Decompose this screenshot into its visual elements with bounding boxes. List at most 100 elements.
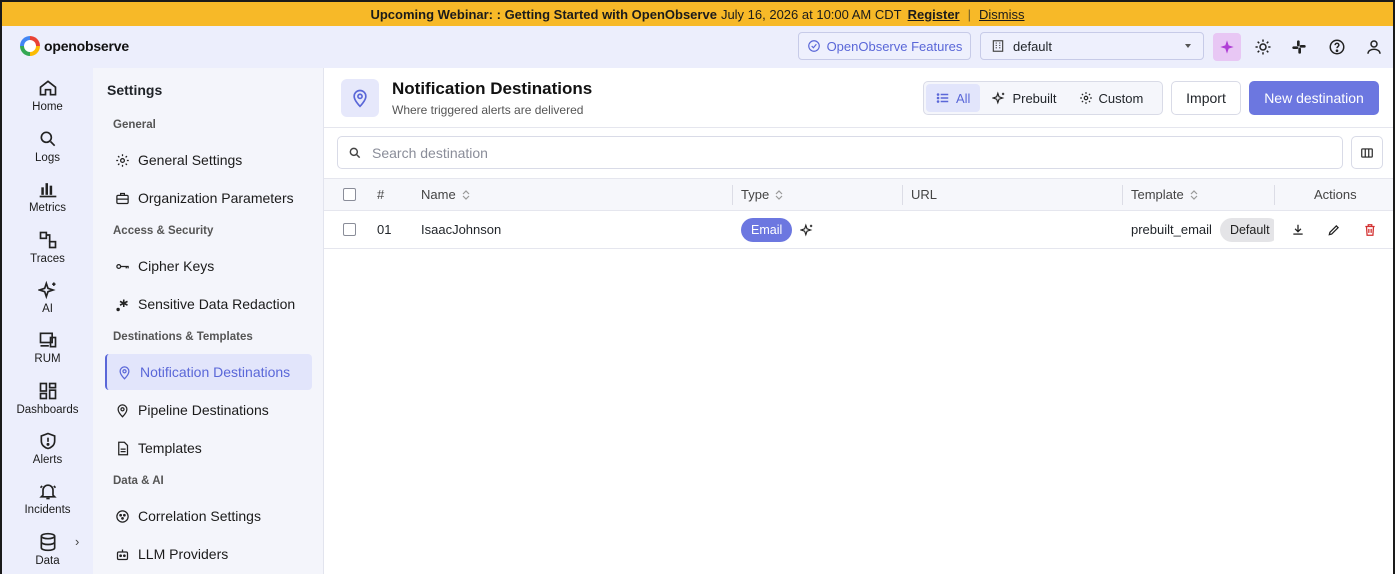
filter-all-button[interactable]: All (926, 84, 981, 112)
column-number: # (377, 187, 385, 202)
dismiss-link[interactable]: Dismiss (979, 7, 1025, 22)
slack-button[interactable] (1285, 33, 1313, 61)
column-separator (1274, 185, 1275, 205)
settings-item-templates[interactable]: Templates (105, 430, 312, 466)
register-link[interactable]: Register (908, 7, 960, 22)
nav-rum[interactable]: RUM (2, 324, 93, 374)
database-icon (40, 532, 55, 552)
nav-home[interactable]: Home (2, 72, 93, 122)
user-menu-button[interactable] (1360, 33, 1388, 61)
column-separator (902, 185, 903, 205)
nav-traces[interactable]: Traces (2, 224, 93, 274)
settings-item-llm-providers[interactable]: LLM Providers (105, 536, 312, 572)
column-separator (732, 185, 733, 205)
column-template-label: Template (1131, 187, 1184, 202)
column-name[interactable]: Name (421, 179, 470, 210)
settings-item-correlation-settings[interactable]: Correlation Settings (105, 498, 312, 534)
import-button[interactable]: Import (1171, 81, 1241, 115)
edit-button[interactable] (1324, 220, 1344, 240)
nav-alerts[interactable]: Alerts (2, 425, 93, 475)
nav-incidents[interactable]: Incidents (2, 475, 93, 525)
nav-data-chevron-icon[interactable]: › (75, 534, 79, 549)
user-icon (1367, 40, 1381, 54)
nav-incidents-label: Incidents (24, 504, 71, 516)
settings-item-general-settings[interactable]: General Settings (105, 142, 312, 178)
openobserve-features-button[interactable]: OpenObserve Features (798, 32, 971, 60)
search-input[interactable] (372, 144, 1272, 161)
column-settings-button[interactable] (1351, 136, 1383, 169)
search-bar (337, 136, 1343, 169)
page-icon (341, 79, 379, 117)
settings-item-notification-destinations[interactable]: Notification Destinations (105, 354, 312, 390)
logo[interactable]: openobserve (20, 36, 129, 56)
row-actions (1288, 211, 1380, 248)
settings-item-label: Cipher Keys (138, 258, 215, 274)
nav-logs-label: Logs (35, 152, 60, 164)
row-number: 01 (377, 222, 392, 237)
pencil-icon (1328, 224, 1339, 236)
filter-custom-label: Custom (1098, 90, 1144, 106)
logo-icon (20, 36, 40, 56)
column-template[interactable]: Template (1131, 179, 1198, 210)
top-header: openobserve OpenObserve Features default (2, 26, 1393, 68)
search-icon (349, 147, 361, 158)
trash-icon (1365, 223, 1375, 236)
filter-prebuilt-button[interactable]: Prebuilt (982, 84, 1066, 112)
ai-assistant-button[interactable] (1213, 33, 1241, 61)
new-destination-button[interactable]: New destination (1249, 81, 1379, 115)
sparkles-icon (800, 222, 813, 237)
nav-ai[interactable]: AI (2, 274, 93, 324)
sparkles-icon (37, 280, 56, 300)
building-icon (992, 40, 1004, 52)
download-icon (1293, 224, 1303, 235)
nav-metrics-label: Metrics (28, 202, 67, 214)
table-row: 01 IsaacJohnson Email prebuilt_email Def… (324, 211, 1393, 249)
column-url: URL (911, 187, 938, 202)
gear-icon (1079, 92, 1092, 104)
theme-toggle-button[interactable] (1249, 33, 1277, 61)
select-all-checkbox[interactable] (343, 188, 356, 201)
settings-item-label: Correlation Settings (138, 508, 261, 524)
settings-item-cipher-keys[interactable]: Cipher Keys (105, 248, 312, 284)
nav-dashboards[interactable]: Dashboards (2, 375, 93, 425)
destination-type-filter: All Prebuilt Custom (923, 81, 1163, 115)
column-name-label: Name (421, 187, 456, 202)
section-access-security: Access & Security (113, 225, 214, 237)
list-icon (936, 93, 949, 103)
nav-traces-label: Traces (30, 253, 65, 265)
section-general: General (113, 119, 156, 131)
organization-select[interactable]: default (980, 32, 1204, 60)
download-button[interactable] (1288, 220, 1308, 240)
filter-prebuilt-label: Prebuilt (1012, 90, 1057, 106)
organization-value: default (1013, 38, 1053, 54)
gear-icon (116, 153, 129, 167)
row-name: IsaacJohnson (421, 222, 502, 237)
delete-button[interactable] (1360, 220, 1380, 240)
help-button[interactable] (1323, 33, 1351, 61)
select-all-cell (343, 179, 356, 210)
column-actions: Actions (1314, 187, 1357, 202)
banner-date: July 16, 2026 at 10:00 AM CDT (720, 6, 902, 22)
asterisk-icon (116, 299, 128, 311)
settings-item-pipeline-destinations[interactable]: Pipeline Destinations (105, 392, 312, 428)
sun-icon (1255, 39, 1271, 55)
row-checkbox[interactable] (343, 223, 356, 236)
settings-item-label: General Settings (138, 152, 243, 168)
column-type-label: Type (741, 187, 770, 202)
features-label: OpenObserve Features (826, 38, 963, 54)
settings-item-sensitive-data-redaction[interactable]: Sensitive Data Redaction (105, 286, 312, 322)
settings-item-label: Notification Destinations (140, 364, 291, 380)
nav-logs[interactable]: Logs (2, 123, 93, 173)
nav-metrics[interactable]: Metrics (2, 173, 93, 223)
dashboard-grid-icon (39, 382, 56, 400)
column-type[interactable]: Type (741, 179, 783, 210)
section-destinations-templates: Destinations & Templates (113, 331, 253, 343)
slack-icon (1292, 40, 1306, 54)
banner-title: Upcoming Webinar: : Getting Started with… (370, 6, 717, 22)
document-icon (118, 441, 129, 455)
nav-data[interactable]: Data (2, 526, 93, 574)
nav-home-label: Home (32, 101, 63, 113)
filter-custom-button[interactable]: Custom (1069, 84, 1154, 112)
settings-item-organization-parameters[interactable]: Organization Parameters (105, 180, 312, 216)
help-circle-icon (1329, 39, 1345, 55)
